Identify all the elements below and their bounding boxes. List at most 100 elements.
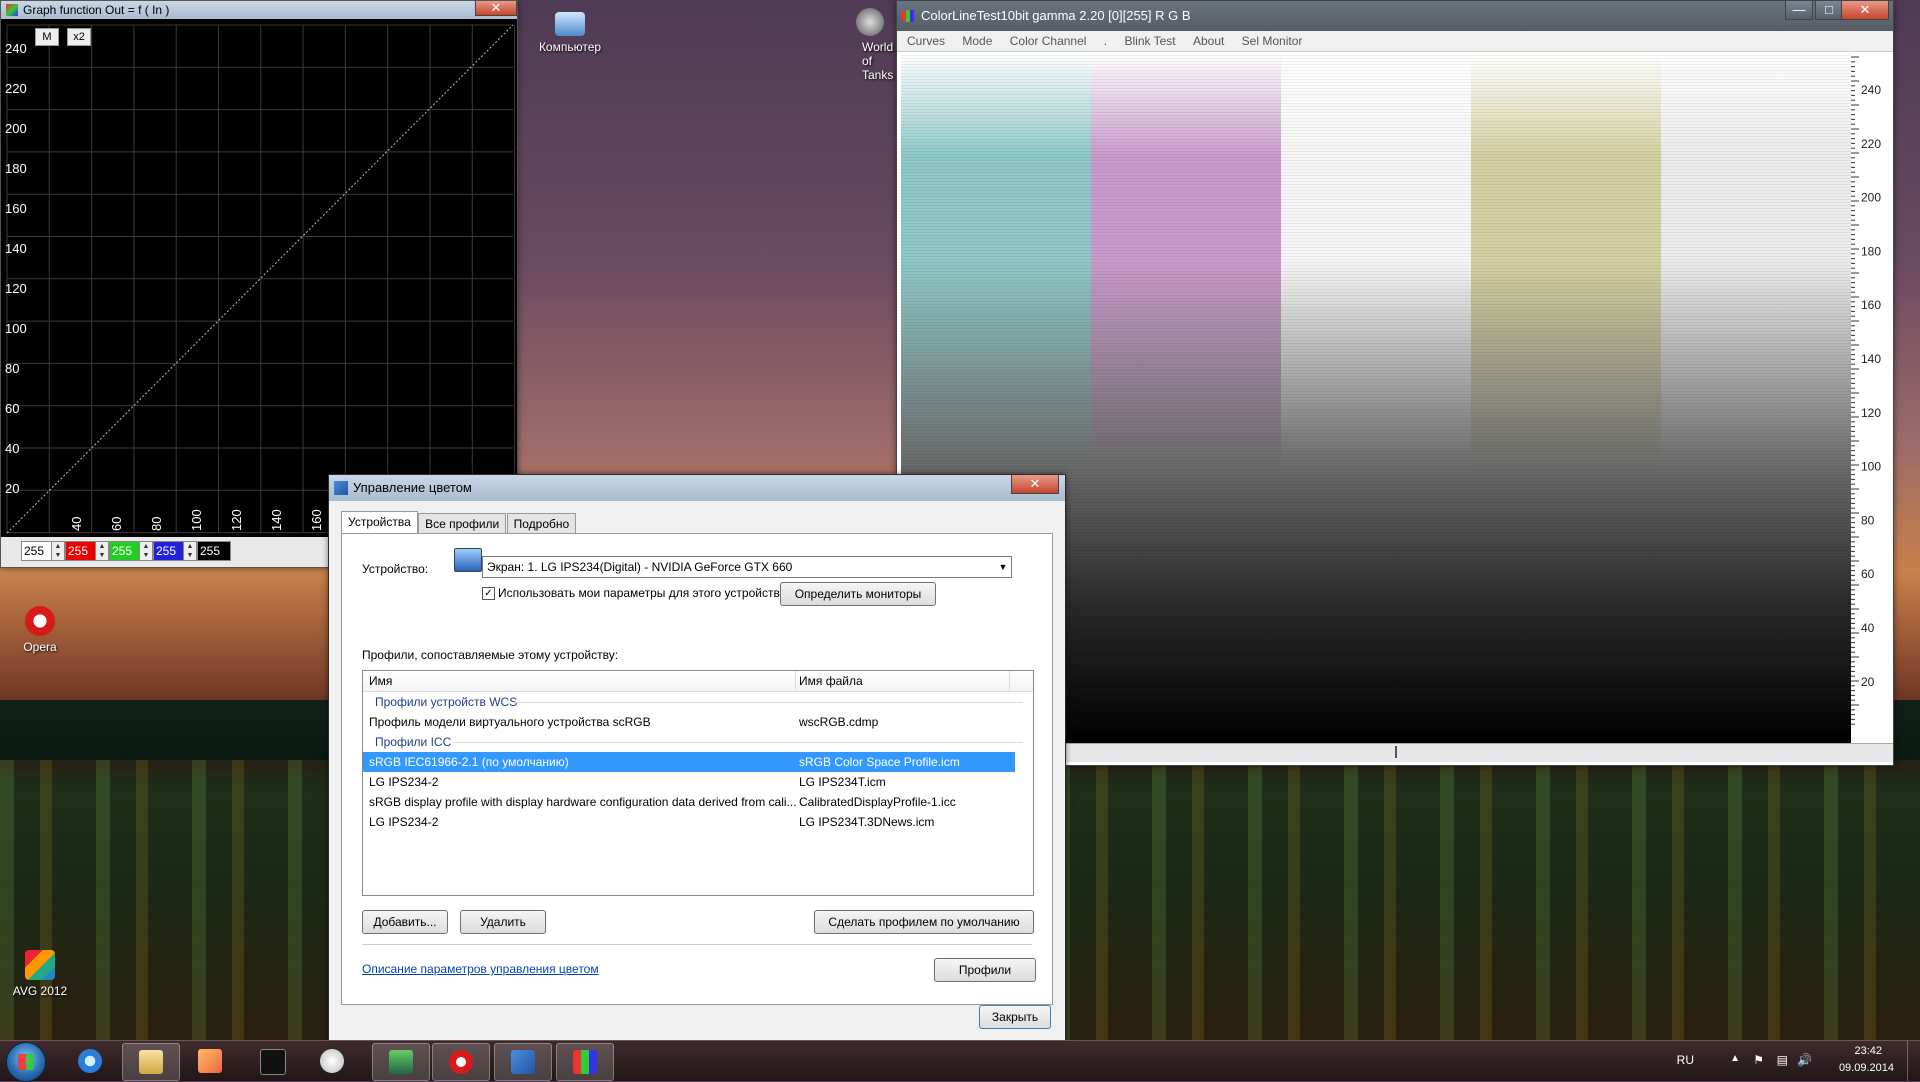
maximize-icon: □ bbox=[1825, 2, 1833, 17]
spinner-green[interactable]: 255 bbox=[109, 541, 143, 561]
list-item[interactable]: Профиль модели виртуального устройства s… bbox=[363, 712, 1033, 732]
list-item-selected[interactable]: sRGB IEC61966-2.1 (по умолчанию) sRGB Co… bbox=[363, 752, 1015, 772]
remove-profile-button[interactable]: Удалить bbox=[460, 910, 546, 934]
menu-blink-test[interactable]: Blink Test bbox=[1124, 34, 1175, 48]
x2-button[interactable]: x2 bbox=[67, 28, 91, 46]
language-indicator[interactable]: RU bbox=[1677, 1053, 1694, 1067]
devices-tab-panel: Устройство: Экран: 1. LG IPS234(Digital)… bbox=[341, 533, 1053, 1005]
x-tick-label: 140 bbox=[269, 509, 284, 531]
graph-titlebar[interactable]: Graph function Out = f ( In ) ✕ bbox=[1, 1, 517, 19]
spinner-blue-arrows[interactable]: ▲ ▼ bbox=[183, 541, 197, 561]
taskbar-monitor-app[interactable] bbox=[372, 1043, 430, 1081]
flag-icon[interactable]: ⚑ bbox=[1753, 1053, 1764, 1067]
taskbar-media-player[interactable] bbox=[182, 1043, 238, 1079]
cm-window-title: Управление цветом bbox=[353, 480, 472, 495]
taskbar-color-management[interactable] bbox=[494, 1043, 552, 1081]
y-tick-label: 200 bbox=[5, 121, 27, 136]
identify-monitors-button[interactable]: Определить мониторы bbox=[780, 582, 936, 606]
show-desktop-button[interactable] bbox=[1907, 1041, 1920, 1081]
spinner-black[interactable]: 255 bbox=[197, 541, 231, 561]
menu-color-channel[interactable]: Color Channel bbox=[1010, 34, 1087, 48]
taskbar-paint[interactable] bbox=[304, 1043, 360, 1079]
ruler-svg: 240 220 200 180 160 140 120 100 80 60 40 20 bbox=[1851, 56, 1881, 725]
column-divider[interactable] bbox=[1009, 671, 1010, 691]
app-icon bbox=[6, 4, 18, 16]
column-header-name[interactable]: Имя bbox=[369, 671, 392, 691]
taskbar-colorlinetest[interactable] bbox=[556, 1043, 614, 1081]
volume-icon[interactable]: 🔊 bbox=[1797, 1053, 1812, 1067]
desktop-icon-avg[interactable]: AVG 2012 bbox=[0, 950, 80, 998]
tab-devices[interactable]: Устройства bbox=[341, 511, 418, 534]
y-tick-label: 20 bbox=[5, 481, 19, 496]
x-tick-label: 100 bbox=[189, 509, 204, 531]
list-item[interactable]: LG IPS234-2 LG IPS234T.3DNews.icm bbox=[363, 812, 1033, 832]
profiles-label: Профили, сопоставляемые этому устройству… bbox=[362, 648, 619, 662]
taskbar-cmd[interactable] bbox=[244, 1043, 300, 1079]
clt-titlebar[interactable]: ColorLineTest10bit gamma 2.20 [0][255] R… bbox=[897, 1, 1893, 31]
taskbar-explorer[interactable] bbox=[122, 1043, 180, 1081]
monitor-icon bbox=[454, 548, 482, 572]
column-header-file[interactable]: Имя файла bbox=[799, 671, 863, 691]
cm-close-button[interactable]: ✕ bbox=[1011, 475, 1059, 494]
set-default-profile-button[interactable]: Сделать профилем по умолчанию bbox=[814, 910, 1034, 934]
menu-about[interactable]: About bbox=[1193, 34, 1224, 48]
m-button[interactable]: M bbox=[35, 28, 59, 46]
spinner-gray-arrows[interactable]: ▲ ▼ bbox=[51, 541, 65, 561]
clock-time[interactable]: 23:42 bbox=[1854, 1045, 1882, 1057]
color-settings-help-link[interactable]: Описание параметров управления цветом bbox=[362, 962, 599, 976]
graph-close-button[interactable]: ✕ bbox=[475, 1, 517, 16]
chevron-down-icon: ▼ bbox=[998, 562, 1008, 572]
menu-curves[interactable]: Curves bbox=[907, 34, 945, 48]
start-button[interactable] bbox=[6, 1042, 46, 1082]
app-icon bbox=[902, 10, 914, 22]
close-icon: ✕ bbox=[1859, 2, 1871, 17]
desktop-icon-opera[interactable]: Opera bbox=[0, 606, 80, 654]
clt-close-button[interactable]: ✕ bbox=[1841, 1, 1889, 20]
column-divider[interactable] bbox=[795, 671, 796, 691]
list-item[interactable]: sRGB display profile with display hardwa… bbox=[363, 792, 1033, 812]
y-tick-label: 120 bbox=[5, 281, 27, 296]
show-hidden-icons-icon[interactable]: ▲ bbox=[1730, 1053, 1740, 1064]
menu-mode[interactable]: Mode bbox=[962, 34, 992, 48]
gradient-column bbox=[1091, 53, 1281, 743]
close-dialog-button[interactable]: Закрыть bbox=[979, 1005, 1051, 1029]
tab-advanced[interactable]: Подробно bbox=[506, 513, 577, 534]
clt-minimize-button[interactable]: — bbox=[1785, 1, 1813, 20]
y-tick-label: 40 bbox=[5, 441, 19, 456]
device-select[interactable]: Экран: 1. LG IPS234(Digital) - NVIDIA Ge… bbox=[482, 556, 1012, 578]
cm-titlebar[interactable]: Управление цветом ✕ bbox=[329, 475, 1065, 501]
x-tick-label: 80 bbox=[149, 517, 164, 531]
menu-separator[interactable]: . bbox=[1104, 34, 1107, 48]
profiles-button[interactable]: Профили bbox=[934, 958, 1036, 982]
y-tick-label: 100 bbox=[5, 321, 27, 336]
gradient-column bbox=[1281, 53, 1471, 743]
add-profile-button[interactable]: Добавить... bbox=[362, 910, 448, 934]
spinner-green-arrows[interactable]: ▲ ▼ bbox=[139, 541, 153, 561]
network-icon[interactable]: ▤ bbox=[1777, 1053, 1788, 1067]
y-tick-label: 80 bbox=[5, 361, 19, 376]
ruler-label: 160 bbox=[1861, 298, 1881, 312]
minimize-icon: — bbox=[1792, 2, 1806, 17]
tab-all-profiles[interactable]: Все профили bbox=[418, 513, 507, 534]
x-tick-label: 160 bbox=[309, 509, 324, 531]
y-tick-label: 240 bbox=[5, 41, 27, 56]
world-of-tanks-icon bbox=[856, 8, 884, 36]
spinner-red[interactable]: 255 bbox=[65, 541, 99, 561]
slider-thumb[interactable] bbox=[1395, 746, 1397, 758]
clt-maximize-button[interactable]: □ bbox=[1815, 1, 1843, 20]
taskbar-ie[interactable] bbox=[62, 1043, 118, 1079]
taskbar-opera[interactable] bbox=[432, 1043, 490, 1081]
use-my-settings-checkbox[interactable]: ✓ bbox=[482, 587, 495, 600]
clock-date[interactable]: 09.09.2014 bbox=[1839, 1062, 1894, 1074]
group-divider bbox=[453, 742, 1023, 743]
opera-icon bbox=[449, 1050, 473, 1074]
list-item[interactable]: LG IPS234-2 LG IPS234T.icm bbox=[363, 772, 1033, 792]
desktop-icon-computer[interactable]: Компьютер bbox=[530, 8, 610, 54]
color-management-icon bbox=[511, 1050, 535, 1074]
spinner-blue[interactable]: 255 bbox=[153, 541, 187, 561]
spinner-red-arrows[interactable]: ▲ ▼ bbox=[95, 541, 109, 561]
spinner-gray[interactable]: 255 bbox=[21, 541, 55, 561]
menu-sel-monitor[interactable]: Sel Monitor bbox=[1242, 34, 1303, 48]
profiles-list-header: Имя Имя файла bbox=[363, 671, 1033, 692]
device-label: Устройство: bbox=[362, 562, 429, 576]
